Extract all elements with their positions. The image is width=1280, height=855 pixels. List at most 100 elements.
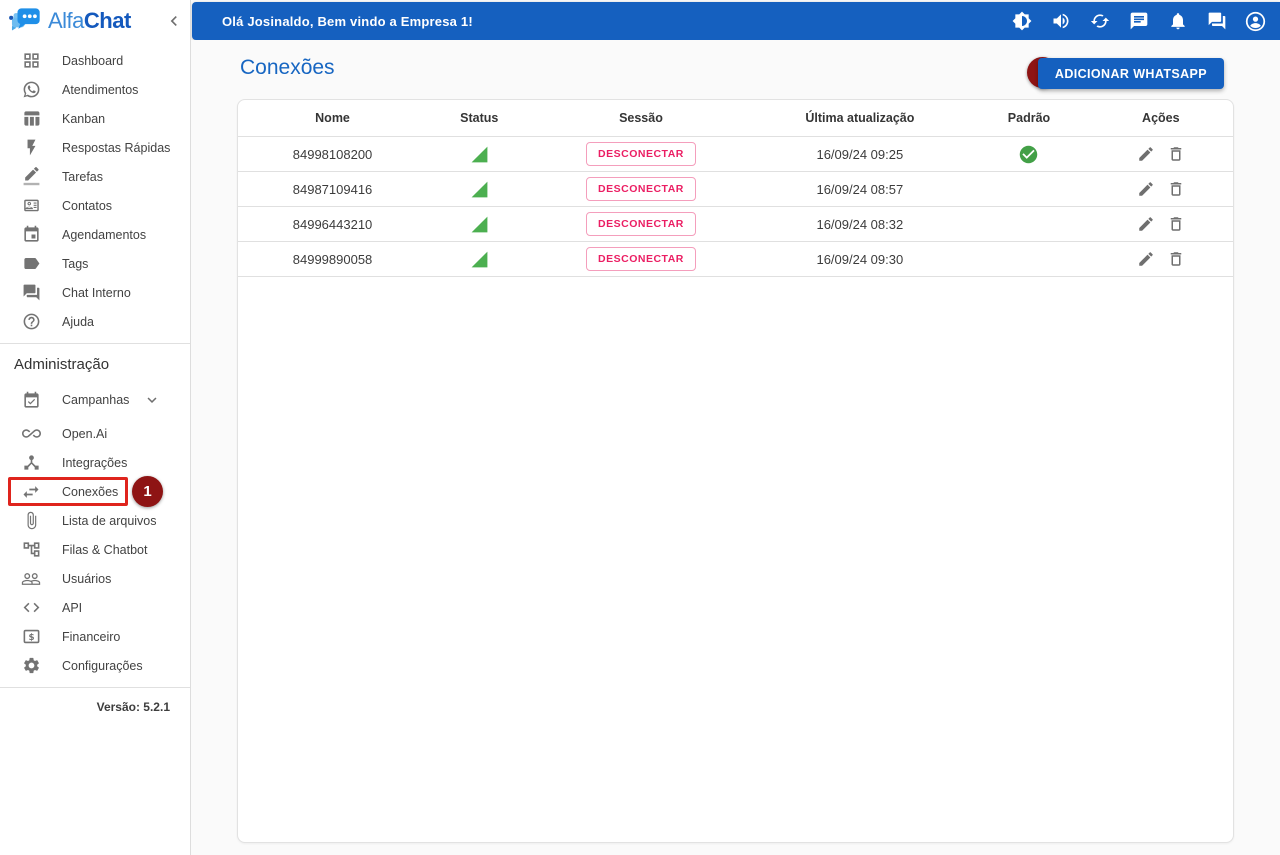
actions-cell (1089, 145, 1233, 164)
status-cell (427, 180, 531, 199)
topbar: Olá Josinaldo, Bem vindo a Empresa 1! (192, 2, 1280, 40)
actions-cell (1089, 215, 1233, 234)
status-cell (427, 215, 531, 234)
people-icon (21, 569, 41, 589)
last-update: 16/09/24 09:25 (816, 146, 904, 162)
connection-name: 84998108200 (292, 146, 373, 162)
table-row: 84996443210 DESCONECTAR 16/09/24 08:32 (238, 207, 1233, 242)
disconnect-button[interactable]: DESCONECTAR (586, 212, 696, 236)
sidebar-item-openai[interactable]: Open.Ai (0, 419, 190, 448)
edit-icon[interactable] (1136, 250, 1155, 269)
refresh-icon[interactable] (1089, 11, 1110, 32)
sidebar-item-filas-chatbot[interactable]: Filas & Chatbot (0, 535, 190, 564)
disconnect-button[interactable]: DESCONECTAR (586, 247, 696, 271)
dashboard-icon (21, 51, 41, 71)
code-icon (21, 598, 41, 618)
sidebar-collapse-button[interactable] (164, 11, 184, 31)
edit-icon[interactable] (1136, 215, 1155, 234)
sidebar-item-kanban[interactable]: Kanban (0, 104, 190, 133)
gear-icon (21, 656, 41, 676)
sidebar-item-dashboard[interactable]: Dashboard (0, 46, 190, 75)
column-header-ultima-atualizacao: Última atualização (805, 111, 915, 125)
signal-connected-icon (470, 215, 489, 234)
sidebar-item-financeiro[interactable]: Financeiro (0, 622, 190, 651)
kanban-icon (21, 109, 41, 129)
delete-icon[interactable] (1166, 215, 1185, 234)
sidebar-item-tarefas[interactable]: Tarefas (0, 162, 190, 191)
pencil-icon (21, 167, 41, 187)
delete-icon[interactable] (1166, 145, 1185, 164)
status-cell (427, 250, 531, 269)
sidebar-item-api[interactable]: API (0, 593, 190, 622)
disconnect-button[interactable]: DESCONECTAR (586, 142, 696, 166)
chat-bubbles-icon (21, 283, 41, 303)
sidebar-item-conexoes[interactable]: Conexões 1 (0, 476, 190, 507)
lightning-icon (21, 138, 41, 158)
sidebar: AlfaChat Dashboard Atendimentos Kanban R… (0, 0, 191, 855)
announcement-icon[interactable] (1128, 11, 1149, 32)
page-title: Conexões (240, 56, 335, 79)
status-cell (427, 145, 531, 164)
actions-cell (1089, 180, 1233, 199)
column-header-acoes: Ações (1142, 111, 1180, 125)
logo-row: AlfaChat (0, 0, 190, 42)
calendar-icon (21, 225, 41, 245)
sidebar-item-campanhas[interactable]: Campanhas (0, 381, 190, 419)
version-label: Versão: 5.2.1 (96, 700, 170, 714)
column-header-nome: Nome (315, 111, 350, 125)
signal-connected-icon (470, 180, 489, 199)
brightness-toggle-icon[interactable] (1011, 11, 1032, 32)
sidebar-item-ajuda[interactable]: Ajuda (0, 307, 190, 336)
delete-icon[interactable] (1166, 250, 1185, 269)
contact-card-icon (21, 196, 41, 216)
session-cell: DESCONECTAR (532, 177, 751, 201)
connections-table-card: Nome Status Sessão Última atualização Pa… (237, 99, 1234, 843)
connection-name: 84999890058 (292, 251, 373, 267)
table-header-row: Nome Status Sessão Última atualização Pa… (238, 100, 1233, 137)
session-cell: DESCONECTAR (532, 142, 751, 166)
greeting-text: Olá Josinaldo, Bem vindo a Empresa 1! (222, 13, 473, 29)
signal-connected-icon (470, 145, 489, 164)
sidebar-item-contatos[interactable]: Contatos (0, 191, 190, 220)
column-header-padrao: Padrão (1007, 111, 1051, 125)
disconnect-button[interactable]: DESCONECTAR (586, 177, 696, 201)
connection-name: 84996443210 (292, 216, 373, 232)
sidebar-item-agendamentos[interactable]: Agendamentos (0, 220, 190, 249)
sidebar-item-chat-interno[interactable]: Chat Interno (0, 278, 190, 307)
volume-icon[interactable] (1050, 11, 1071, 32)
sidebar-divider-bottom (0, 687, 190, 688)
help-icon (21, 312, 41, 332)
dollar-box-icon (21, 627, 41, 647)
notifications-bell-icon[interactable] (1167, 11, 1188, 32)
account-icon[interactable] (1245, 11, 1266, 32)
internal-chat-icon[interactable] (1206, 11, 1227, 32)
sidebar-item-lista-de-arquivos[interactable]: Lista de arquivos (0, 506, 190, 535)
sidebar-item-atendimentos[interactable]: Atendimentos (0, 75, 190, 104)
whatsapp-icon (21, 80, 41, 100)
admin-section-label: Administração (14, 356, 110, 373)
column-header-status: Status (460, 111, 499, 125)
connection-name: 84987109416 (292, 181, 373, 197)
actions-cell (1089, 250, 1233, 269)
sidebar-item-configuracoes[interactable]: Configurações (0, 651, 190, 680)
sidebar-nav: Dashboard Atendimentos Kanban Respostas … (0, 42, 190, 714)
sidebar-item-tags[interactable]: Tags (0, 249, 190, 278)
edit-icon[interactable] (1136, 145, 1155, 164)
table-row: 84987109416 DESCONECTAR 16/09/24 08:57 (238, 172, 1233, 207)
alfachat-logo-icon (8, 5, 46, 37)
annotation-step-1: 1 (132, 476, 163, 507)
default-check-icon (1018, 144, 1039, 165)
sidebar-item-usuarios[interactable]: Usuários (0, 564, 190, 593)
swap-arrows-icon (21, 482, 41, 502)
sidebar-item-respostas-rapidas[interactable]: Respostas Rápidas (0, 133, 190, 162)
edit-icon[interactable] (1136, 180, 1155, 199)
last-update: 16/09/24 08:32 (816, 216, 904, 232)
signal-connected-icon (470, 250, 489, 269)
calendar-check-icon (21, 390, 41, 410)
table-row: 84999890058 DESCONECTAR 16/09/24 09:30 (238, 242, 1233, 277)
hub-icon (21, 453, 41, 473)
add-whatsapp-button[interactable]: ADICIONAR WHATSAPP (1037, 58, 1224, 89)
delete-icon[interactable] (1166, 180, 1185, 199)
sidebar-item-integracoes[interactable]: Integrações (0, 448, 190, 477)
default-cell (969, 144, 1088, 165)
